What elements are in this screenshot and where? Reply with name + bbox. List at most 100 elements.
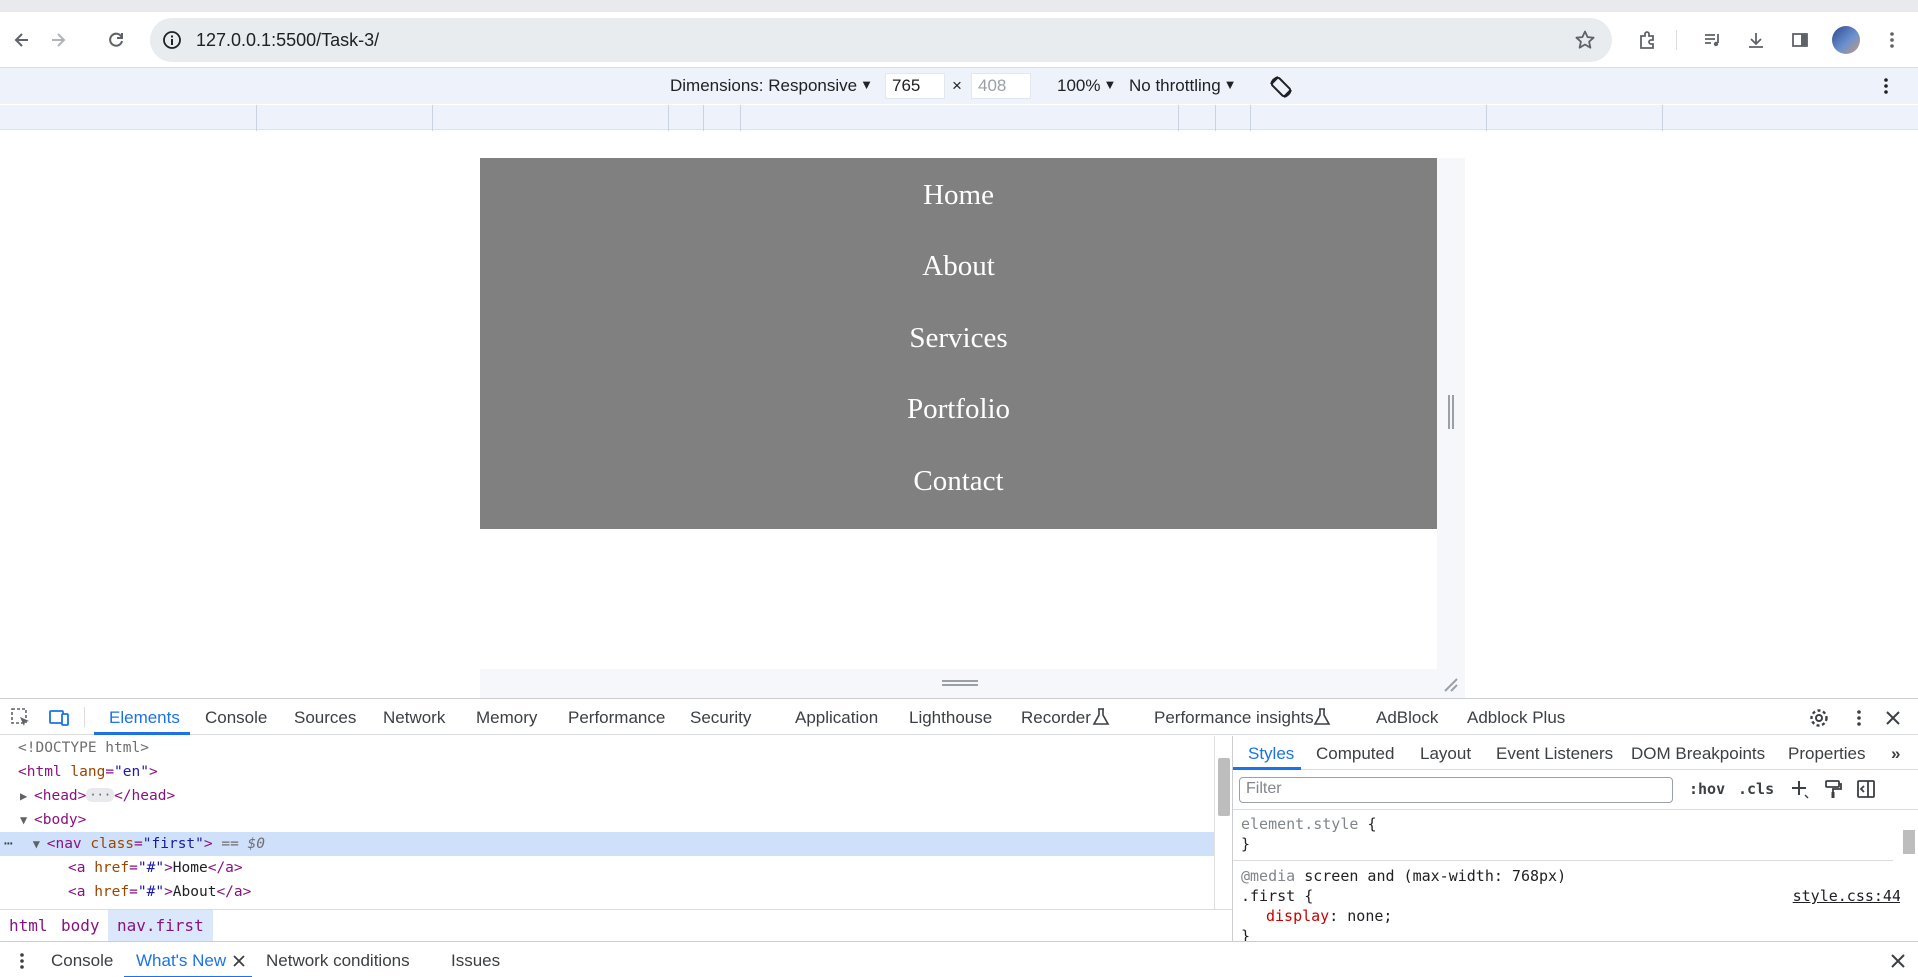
media-query-marker[interactable] bbox=[1215, 105, 1216, 131]
scrollbar-thumb[interactable] bbox=[1903, 830, 1915, 854]
cls-toggle[interactable]: .cls bbox=[1738, 780, 1774, 798]
breadcrumb-nav-first[interactable]: nav.first bbox=[108, 910, 213, 942]
styles-scrollbar[interactable] bbox=[1900, 810, 1918, 941]
settings-gear-icon[interactable] bbox=[1808, 707, 1830, 729]
dom-line-doctype[interactable]: <!DOCTYPE html> bbox=[0, 736, 1214, 760]
toggle-sidebar-icon[interactable] bbox=[1855, 778, 1877, 800]
tab-recorder[interactable]: Recorder bbox=[1021, 708, 1091, 728]
media-query-marker[interactable] bbox=[1662, 105, 1663, 131]
media-controls-button[interactable] bbox=[1697, 24, 1729, 56]
tab-console[interactable]: Console bbox=[205, 708, 267, 728]
browser-menu-button[interactable] bbox=[1876, 24, 1908, 56]
collapse-arrow-icon[interactable]: ▼ bbox=[20, 808, 34, 832]
dimensions-dropdown[interactable]: Dimensions: Responsive ▼ bbox=[670, 76, 873, 96]
tab-layout[interactable]: Layout bbox=[1420, 744, 1471, 764]
paint-roller-icon[interactable] bbox=[1822, 778, 1844, 800]
dom-line-a-home[interactable]: <a href="#">Home</a> bbox=[0, 856, 1214, 880]
close-drawer-icon[interactable] bbox=[1888, 951, 1908, 971]
throttling-dropdown[interactable]: No throttling ▼ bbox=[1129, 76, 1237, 96]
device-toggle-icon[interactable] bbox=[48, 707, 70, 729]
back-button[interactable] bbox=[6, 24, 38, 56]
tab-computed[interactable]: Computed bbox=[1316, 744, 1394, 764]
dom-line-nav-selected[interactable]: ⋯ ▼ <nav class="first"> == $0 bbox=[0, 832, 1214, 856]
breadcrumb-body[interactable]: body bbox=[52, 910, 109, 942]
more-options-icon[interactable]: ⋯ bbox=[0, 836, 13, 852]
hov-toggle[interactable]: :hov bbox=[1689, 780, 1725, 798]
media-query-marker[interactable] bbox=[1486, 105, 1487, 131]
height-input[interactable]: 408 bbox=[971, 73, 1031, 99]
tab-event-listeners[interactable]: Event Listeners bbox=[1496, 744, 1613, 764]
profile-avatar[interactable] bbox=[1832, 26, 1860, 54]
collapse-arrow-icon[interactable]: ▼ bbox=[33, 832, 47, 856]
forward-button[interactable] bbox=[42, 24, 74, 56]
tab-adblock[interactable]: AdBlock bbox=[1376, 708, 1438, 728]
css-property[interactable]: display bbox=[1266, 907, 1329, 925]
tab-performance-insights[interactable]: Performance insights bbox=[1154, 708, 1314, 728]
breadcrumb-html[interactable]: html bbox=[0, 910, 57, 942]
element-style-rule[interactable]: element.style { } bbox=[1241, 814, 1901, 854]
nav-link-portfolio[interactable]: Portfolio bbox=[907, 386, 1010, 457]
scrollbar-thumb[interactable] bbox=[1218, 758, 1230, 816]
tab-memory[interactable]: Memory bbox=[476, 708, 537, 728]
media-query-marker[interactable] bbox=[256, 105, 257, 131]
devtools-menu-icon[interactable] bbox=[1848, 707, 1870, 729]
collapsed-content[interactable]: ··· bbox=[86, 788, 115, 802]
reload-button[interactable] bbox=[100, 24, 132, 56]
media-rule[interactable]: @media screen and (max-width: 768px) .fi… bbox=[1241, 866, 1901, 946]
resize-corner-icon[interactable] bbox=[1441, 675, 1459, 693]
tab-styles[interactable]: Styles bbox=[1248, 744, 1294, 764]
width-input[interactable]: 765 bbox=[885, 73, 945, 99]
dom-tree[interactable]: <!DOCTYPE html> <html lang="en"> ▶ <head>… bbox=[0, 736, 1214, 909]
device-toolbar-menu-icon[interactable] bbox=[1876, 76, 1896, 96]
media-query-marker[interactable] bbox=[432, 105, 433, 131]
downloads-button[interactable] bbox=[1740, 24, 1772, 56]
media-query-marker[interactable] bbox=[1178, 105, 1179, 131]
tab-network[interactable]: Network bbox=[383, 708, 445, 728]
tab-sources[interactable]: Sources bbox=[294, 708, 356, 728]
css-value[interactable]: none; bbox=[1347, 907, 1392, 925]
nav-link-contact[interactable]: Contact bbox=[913, 458, 1003, 529]
more-tabs-chevron-icon[interactable]: » bbox=[1891, 744, 1900, 764]
styles-filter-input[interactable]: Filter bbox=[1239, 777, 1673, 803]
close-tab-icon[interactable] bbox=[231, 953, 247, 969]
zoom-dropdown[interactable]: 100% ▼ bbox=[1057, 76, 1116, 96]
drawer-tab-issues[interactable]: Issues bbox=[451, 951, 500, 971]
site-info-icon[interactable] bbox=[162, 30, 182, 50]
tab-performance[interactable]: Performance bbox=[568, 708, 665, 728]
drawer-menu-icon[interactable] bbox=[12, 951, 32, 971]
add-rule-icon[interactable] bbox=[1788, 778, 1810, 800]
expand-arrow-icon[interactable]: ▶ bbox=[20, 784, 34, 808]
extensions-button[interactable] bbox=[1631, 24, 1663, 56]
drawer-tab-whats-new[interactable]: What's New bbox=[136, 951, 226, 971]
side-panel-button[interactable] bbox=[1784, 24, 1816, 56]
tab-security[interactable]: Security bbox=[690, 708, 751, 728]
bookmark-star-icon[interactable] bbox=[1574, 29, 1596, 51]
media-query-bar[interactable] bbox=[0, 104, 1918, 131]
tab-elements[interactable]: Elements bbox=[109, 708, 180, 728]
media-query-marker[interactable] bbox=[740, 105, 741, 131]
url-text[interactable]: 127.0.0.1:5500/Task-3/ bbox=[196, 30, 379, 51]
media-query-marker[interactable] bbox=[1250, 105, 1251, 131]
nav-link-services[interactable]: Services bbox=[909, 315, 1007, 386]
tab-adblock-plus[interactable]: Adblock Plus bbox=[1467, 708, 1565, 728]
dom-line-html[interactable]: <html lang="en"> bbox=[0, 760, 1214, 784]
tab-application[interactable]: Application bbox=[795, 708, 878, 728]
resize-handle-bottom[interactable] bbox=[480, 669, 1465, 698]
tab-properties[interactable]: Properties bbox=[1788, 744, 1865, 764]
inspect-element-icon[interactable] bbox=[10, 707, 32, 729]
tab-dom-breakpoints[interactable]: DOM Breakpoints bbox=[1631, 744, 1765, 764]
media-query-marker[interactable] bbox=[703, 105, 704, 131]
media-query-marker[interactable] bbox=[668, 105, 669, 131]
tab-lighthouse[interactable]: Lighthouse bbox=[909, 708, 992, 728]
nav-link-home[interactable]: Home bbox=[923, 172, 994, 243]
drawer-tab-console[interactable]: Console bbox=[51, 951, 113, 971]
nav-link-about[interactable]: About bbox=[922, 243, 995, 314]
dom-line-a-about[interactable]: <a href="#">About</a> bbox=[0, 880, 1214, 904]
resize-handle-right[interactable] bbox=[1437, 158, 1465, 669]
close-devtools-icon[interactable] bbox=[1882, 707, 1904, 729]
dom-line-body[interactable]: ▼ <body> bbox=[0, 808, 1214, 832]
address-bar[interactable]: 127.0.0.1:5500/Task-3/ bbox=[150, 18, 1612, 62]
source-link[interactable]: style.css:44 bbox=[1793, 886, 1901, 906]
drawer-tab-network-conditions[interactable]: Network conditions bbox=[266, 951, 410, 971]
rotate-icon[interactable] bbox=[1268, 74, 1294, 100]
